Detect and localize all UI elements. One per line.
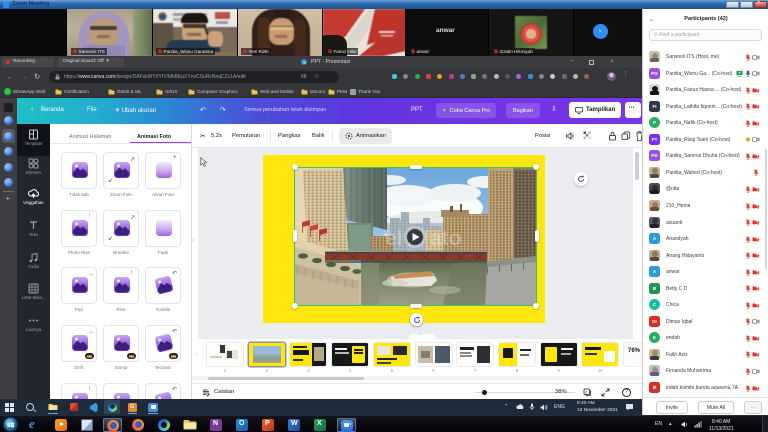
- svg-text:2: 2: [585, 390, 588, 395]
